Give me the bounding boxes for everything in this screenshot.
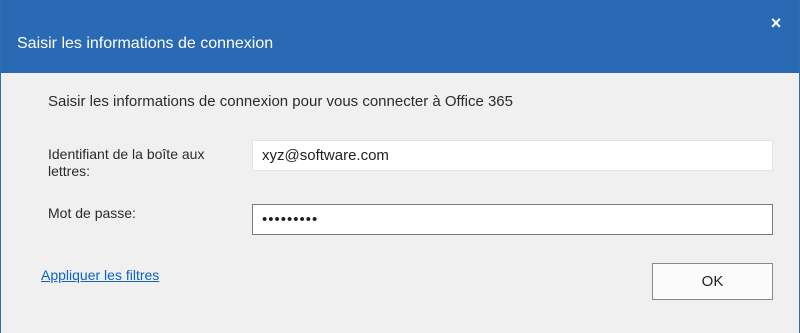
mailbox-input[interactable] [252,140,773,171]
ok-button[interactable]: OK [652,263,773,300]
close-icon[interactable]: × [763,10,789,36]
password-label: Mot de passe: [48,205,136,221]
login-dialog: Saisir les informations de connexion × S… [0,0,800,333]
password-input[interactable] [252,204,773,235]
apply-filters-link[interactable]: Appliquer les filtres [41,266,159,284]
dialog-title: Saisir les informations de connexion [17,35,274,52]
title-bar: Saisir les informations de connexion × [1,0,799,73]
instruction-text: Saisir les informations de connexion pou… [48,93,513,110]
mailbox-label: Identifiant de la boîte aux lettres: [48,146,205,179]
